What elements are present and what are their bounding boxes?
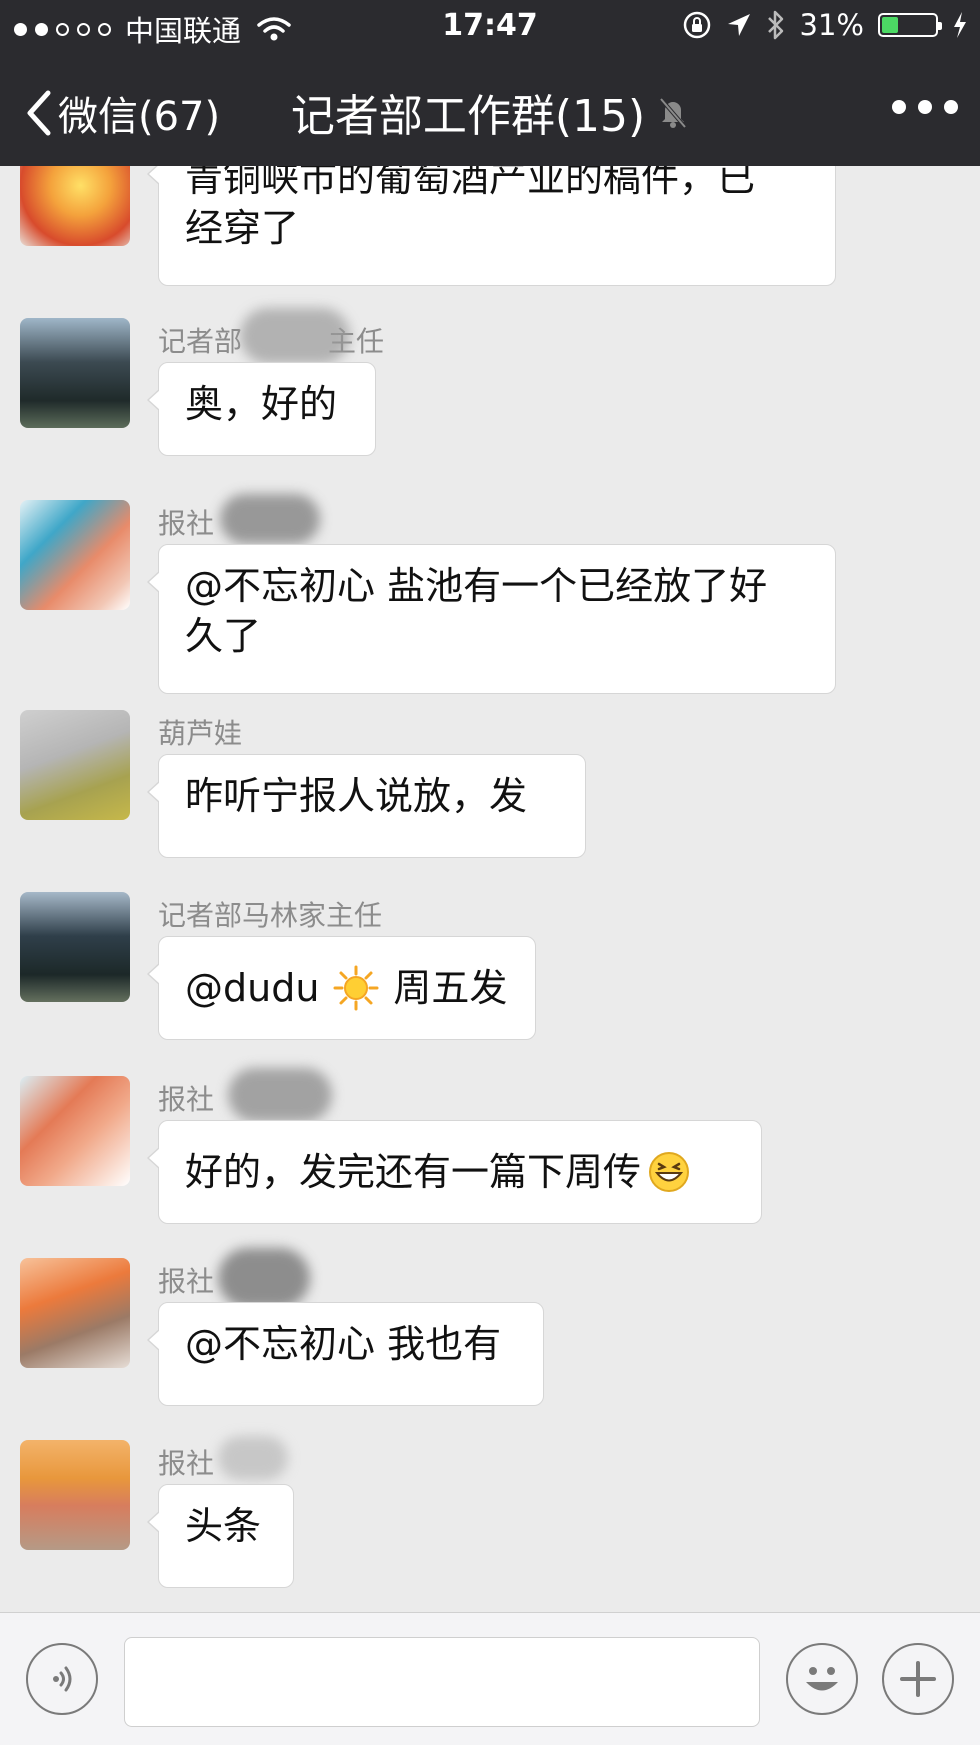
sender-name: 报社 (158, 507, 215, 540)
avatar[interactable] (20, 318, 130, 428)
mute-bell-icon (659, 97, 687, 129)
smiley-icon (806, 1667, 838, 1691)
sun-emoji-icon (333, 965, 379, 1011)
message-text: 经穿了 (185, 206, 300, 250)
battery-icon (878, 13, 942, 37)
avatar[interactable] (20, 166, 130, 246)
message-input[interactable] (124, 1637, 760, 1727)
message-text: 奥，好的 (185, 382, 338, 426)
message-text: 昨听宁报人说放，发 (185, 774, 528, 818)
chat-area[interactable]: 青铜峡市的葡萄酒产业的稿件，已 经穿了 记者部 主任 奥，好的 报社 @不忘初心 … (0, 166, 980, 1612)
battery-percent: 31% (799, 8, 864, 42)
grinning-emoji-icon (649, 1152, 690, 1192)
sender-name: 报社 (158, 1447, 215, 1480)
add-button[interactable] (882, 1643, 954, 1715)
message-text: @不忘初心 盐池有一个已经放了好 (185, 564, 768, 608)
message-text: 周五发 (393, 966, 508, 1010)
redaction-scribble (220, 494, 320, 544)
message-bubble[interactable]: @dudu 周五发 (147, 936, 536, 1040)
voice-button[interactable] (26, 1643, 98, 1715)
message-text: 头条 (185, 1504, 262, 1548)
message-bubble[interactable]: 青铜峡市的葡萄酒产业的稿件，已 经穿了 (147, 166, 836, 286)
avatar[interactable] (20, 1440, 130, 1550)
more-dot-icon (944, 100, 958, 114)
avatar[interactable] (20, 710, 130, 820)
message-bubble[interactable]: @不忘初心 我也有 (147, 1302, 544, 1406)
message-text: 青铜峡市的葡萄酒产业的稿件，已 (185, 166, 756, 200)
message-text: 好的，发完还有一篇下周传 (185, 1150, 642, 1194)
emoji-button[interactable] (786, 1643, 858, 1715)
chat-title: 记者部工作群(15) (290, 91, 646, 142)
charging-icon (954, 12, 966, 38)
avatar[interactable] (20, 892, 130, 1002)
bluetooth-icon (767, 10, 783, 40)
message-text: 久了 (185, 614, 262, 658)
message-text: @dudu (185, 966, 320, 1010)
plus-icon (900, 1661, 936, 1697)
more-dot-icon (892, 100, 906, 114)
redaction-scribble (218, 1248, 310, 1308)
sender-name: 报社 (158, 1083, 215, 1116)
message-bubble[interactable]: 好的，发完还有一篇下周传 (147, 1120, 762, 1224)
orientation-lock-icon (683, 11, 710, 39)
nav-bar: 微信(67) 记者部工作群(15) (0, 56, 980, 166)
message-bubble[interactable]: 头条 (147, 1484, 294, 1588)
avatar[interactable] (20, 1258, 130, 1368)
sender-name: 记者部马林家主任 (158, 899, 383, 932)
avatar[interactable] (20, 1076, 130, 1186)
sender-name: 葫芦娃 (158, 717, 243, 750)
message-bubble[interactable]: 昨听宁报人说放，发 (147, 754, 586, 858)
message-bubble[interactable]: 奥，好的 (147, 362, 376, 456)
sender-name: 报社 (158, 1265, 215, 1298)
status-bar: 中国联通 17:47 31% (0, 0, 980, 56)
location-icon (727, 14, 750, 36)
voice-icon (53, 1666, 72, 1692)
redaction-scribble (228, 1068, 332, 1122)
message-bubble[interactable]: @不忘初心 盐池有一个已经放了好 久了 (147, 544, 836, 694)
redaction-scribble (240, 308, 350, 364)
redaction-scribble (218, 1436, 288, 1480)
input-bar (0, 1612, 980, 1745)
more-dot-icon (918, 100, 932, 114)
avatar[interactable] (20, 500, 130, 610)
message-text: @不忘初心 我也有 (185, 1322, 502, 1366)
more-button[interactable] (892, 100, 958, 114)
